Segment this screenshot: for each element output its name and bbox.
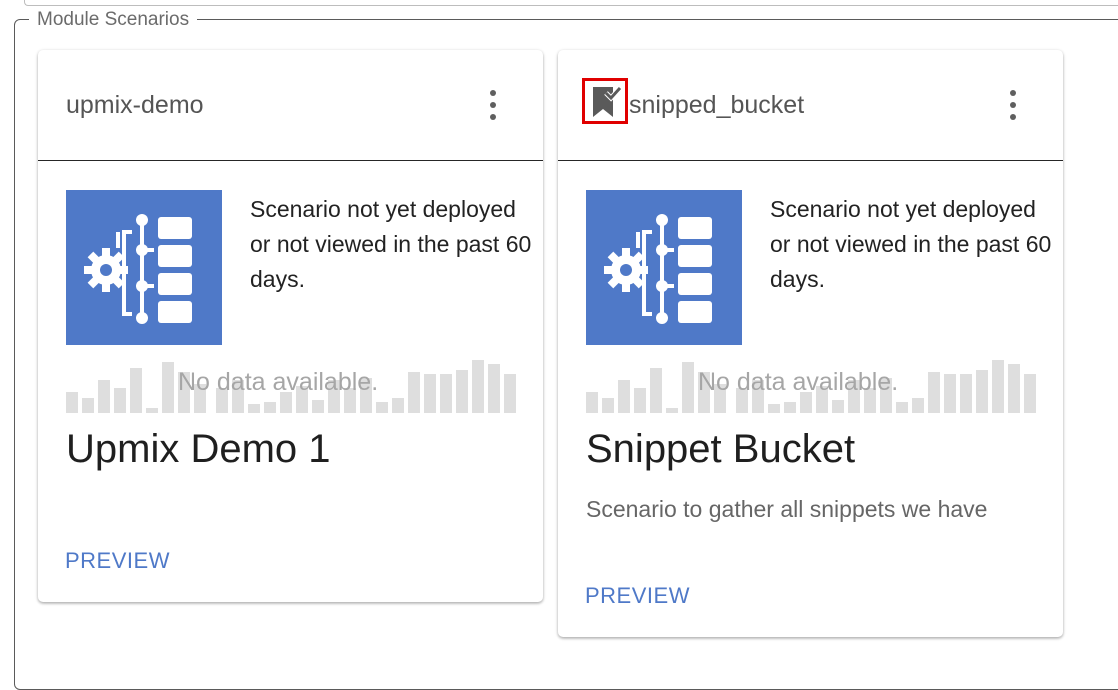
more-vert-icon[interactable] (1001, 88, 1025, 122)
card-name: upmix-demo (66, 91, 204, 119)
scenario-card-upmix-demo: upmix-demo Scenario not yet deployed or … (38, 50, 543, 602)
no-data-label: No data available. (178, 368, 379, 396)
no-data-label: No data available. (698, 368, 899, 396)
scenario-description: Scenario to gather all snippets we have (586, 496, 988, 522)
top-panel-border (24, 0, 1118, 6)
deployment-status: Scenario not yet deployed or not viewed … (770, 196, 1052, 292)
preview-button[interactable]: PREVIEW (61, 544, 174, 578)
card-header: snipped_bucket (558, 50, 1063, 161)
more-vert-icon[interactable] (481, 88, 505, 122)
group-legend: Module Scenarios (37, 9, 190, 30)
scenario-card-snipped-bucket: snipped_bucket Scenario not yet deployed… (558, 50, 1063, 637)
scenario-title: Snippet Bucket (586, 427, 856, 471)
scenario-thumbnail-icon (586, 190, 742, 345)
card-header: upmix-demo (38, 50, 543, 161)
preview-button[interactable]: PREVIEW (581, 579, 694, 613)
scenario-title: Upmix Demo 1 (66, 427, 331, 471)
scenario-thumbnail-icon (66, 190, 222, 345)
bookmark-check-icon[interactable] (582, 78, 628, 124)
deployment-status: Scenario not yet deployed or not viewed … (250, 196, 532, 292)
card-name: snipped_bucket (629, 91, 805, 119)
